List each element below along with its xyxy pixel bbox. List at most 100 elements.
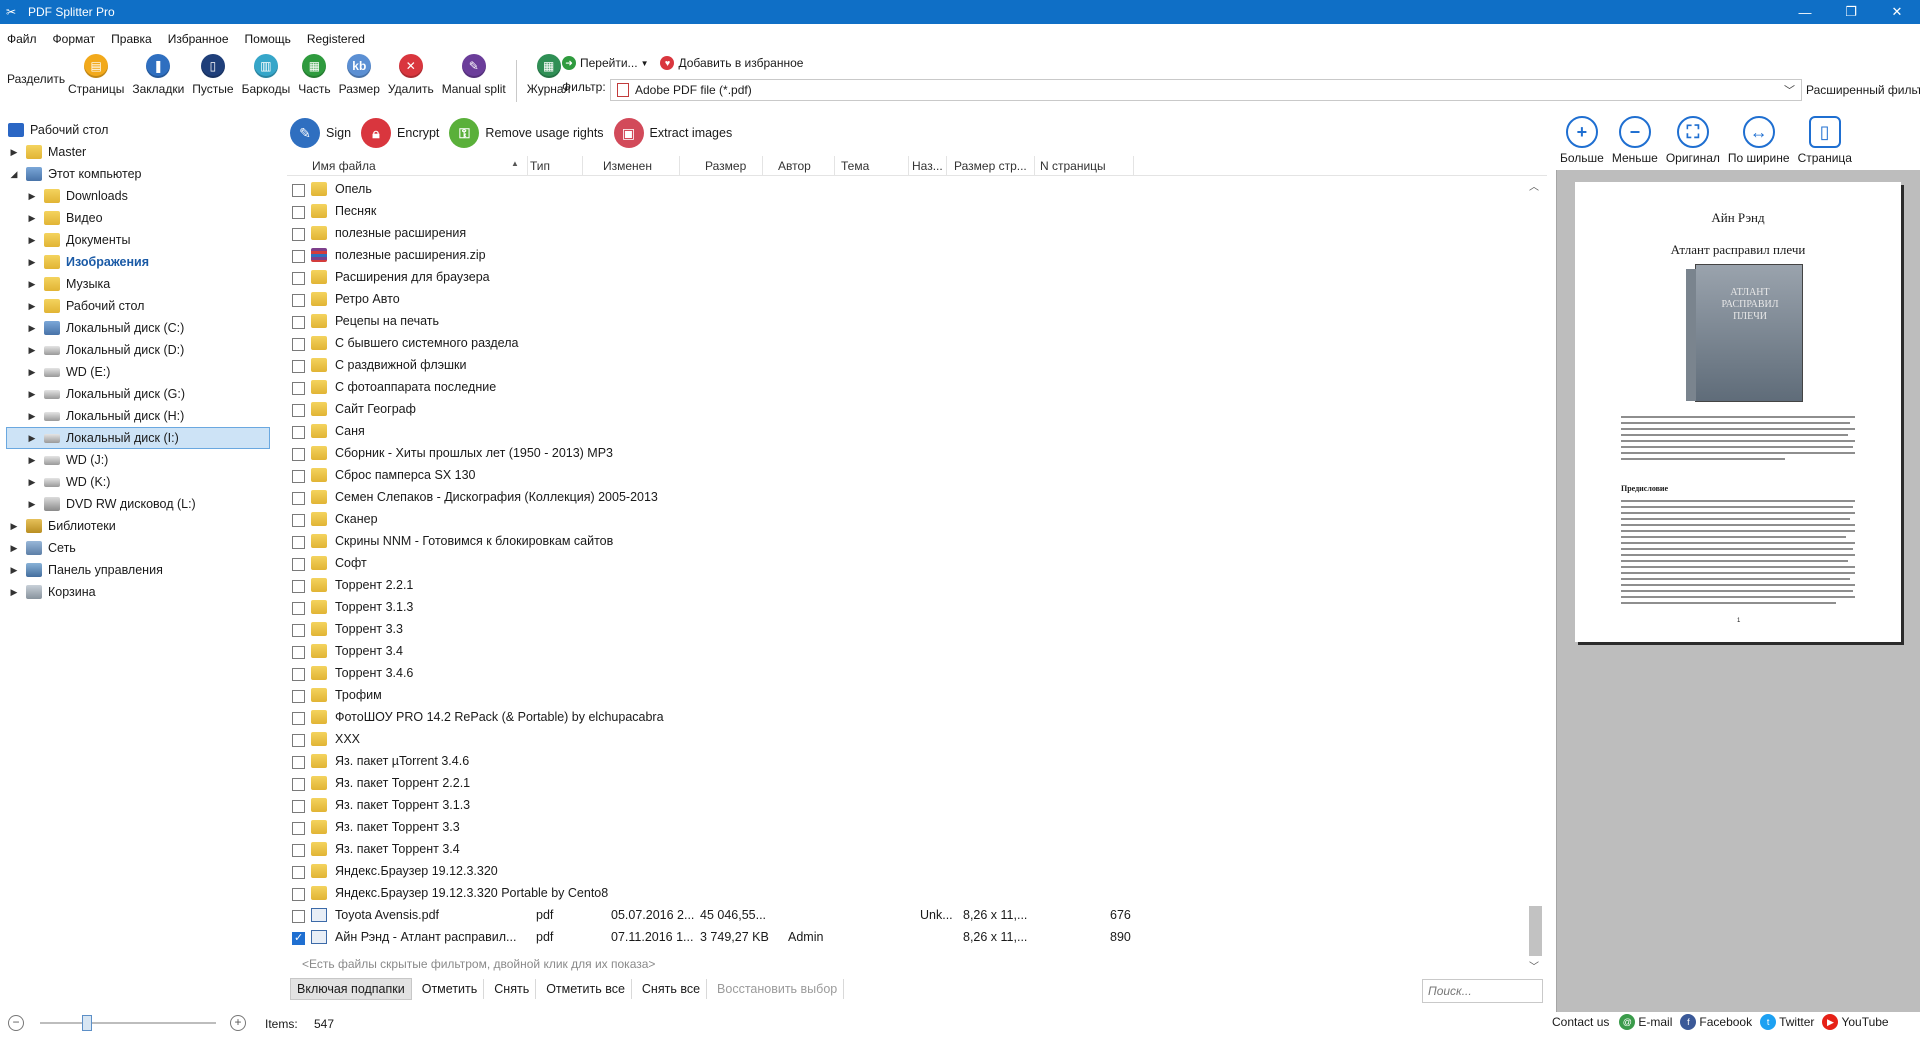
col-author[interactable]: Автор [778, 159, 811, 173]
tree-item-documents[interactable]: ▶ Документы [26, 229, 130, 251]
expand-arrow-icon[interactable]: ▶ [26, 279, 38, 290]
tree-item-video[interactable]: ▶ Видео [26, 207, 103, 229]
zoom-in-icon[interactable]: + [230, 1015, 246, 1031]
file-row[interactable]: полезные расширения [287, 223, 1527, 245]
add-favorites-button[interactable]: ♥ Добавить в избранное [648, 56, 803, 70]
remove-usage-rights-button[interactable]: ⚿ Remove usage rights [449, 118, 604, 148]
tree-item-dvd-l[interactable]: ▶ DVD RW дисковод (L:) [26, 493, 196, 515]
row-checkbox[interactable] [292, 404, 305, 417]
original-size-button[interactable]: ⛶ Оригинал [1666, 116, 1720, 165]
scroll-down-icon[interactable]: ﹀ [1529, 958, 1539, 973]
expand-arrow-icon[interactable]: ▶ [8, 587, 20, 598]
row-checkbox[interactable] [292, 844, 305, 857]
fit-width-button[interactable]: ↔ По ширине [1728, 116, 1790, 165]
filter-dropdown[interactable]: Adobe PDF file (*.pdf) ﹀ [610, 79, 1802, 101]
expand-arrow-icon[interactable]: ▶ [26, 499, 38, 510]
youtube-link[interactable]: ▶ YouTube [1822, 1014, 1889, 1030]
expand-arrow-icon[interactable]: ▶ [26, 477, 38, 488]
expand-arrow-icon[interactable]: ▶ [26, 235, 38, 246]
column-divider[interactable] [834, 156, 835, 176]
blank-pages-button[interactable]: ▯ Пустые [188, 54, 237, 102]
goto-button[interactable]: ➜ Перейти... ▼ [562, 56, 648, 70]
include-subfolders-toggle[interactable]: Включая подпапки [290, 978, 412, 1000]
menu-format[interactable]: Формат [53, 32, 96, 46]
file-row[interactable]: ФотоШОУ PRO 14.2 RePack (& Portable) by … [287, 707, 1527, 729]
pdf-preview[interactable]: Айн Рэнд Атлант расправил плечи АТЛАНТ Р… [1556, 170, 1920, 1012]
zoom-out-button[interactable]: − Меньше [1612, 116, 1658, 165]
uncheck-all-button[interactable]: Снять все [636, 979, 708, 999]
minimize-button[interactable]: — [1782, 0, 1828, 24]
sign-button[interactable]: ✎ Sign [290, 118, 351, 148]
file-row[interactable]: С фотоаппарата последние [287, 377, 1527, 399]
menu-help[interactable]: Помощь [245, 32, 291, 46]
tree-item-images[interactable]: ▶ Изображения [26, 251, 149, 273]
row-checkbox[interactable] [292, 272, 305, 285]
expand-arrow-icon[interactable]: ▶ [8, 521, 20, 532]
file-row[interactable]: Сборник - Хиты прошлых лет (1950 - 2013)… [287, 443, 1527, 465]
tree-item-drive-i[interactable]: ▶ Локальный диск (I:) [6, 427, 270, 449]
column-divider[interactable] [1133, 156, 1134, 176]
row-checkbox[interactable] [292, 184, 305, 197]
column-divider[interactable] [908, 156, 909, 176]
row-checkbox[interactable] [292, 866, 305, 879]
check-all-button[interactable]: Отметить все [540, 979, 632, 999]
tree-item-network[interactable]: ▶ Сеть [8, 537, 76, 559]
twitter-link[interactable]: t Twitter [1760, 1014, 1814, 1030]
row-checkbox[interactable] [292, 360, 305, 373]
file-row[interactable]: Toyota Avensis.pdf pdf 05.07.2016 2... 4… [287, 905, 1527, 927]
file-row[interactable]: Расширения для браузера [287, 267, 1527, 289]
row-checkbox[interactable] [292, 624, 305, 637]
row-checkbox[interactable] [292, 558, 305, 571]
file-row[interactable]: Яз. пакет Торрент 3.3 [287, 817, 1527, 839]
zoom-out-icon[interactable]: − [8, 1015, 24, 1031]
file-row[interactable]: Яз. пакет Торрент 3.1.3 [287, 795, 1527, 817]
row-checkbox[interactable] [292, 294, 305, 307]
row-checkbox[interactable] [292, 470, 305, 483]
row-checkbox[interactable] [292, 646, 305, 659]
tree-item-desktop-root[interactable]: Рабочий стол [8, 119, 108, 141]
file-row[interactable]: Торрент 3.1.3 [287, 597, 1527, 619]
menu-file[interactable]: Файл [7, 32, 37, 46]
row-checkbox[interactable] [292, 734, 305, 747]
menu-edit[interactable]: Правка [111, 32, 152, 46]
row-checkbox[interactable] [292, 690, 305, 703]
tree-item-drive-d[interactable]: ▶ Локальный диск (D:) [26, 339, 185, 361]
row-checkbox[interactable] [292, 206, 305, 219]
file-row[interactable]: Трофим [287, 685, 1527, 707]
email-link[interactable]: @ E-mail [1619, 1014, 1672, 1030]
collapse-arrow-icon[interactable]: ◢ [8, 169, 20, 180]
encrypt-button[interactable]: 🔒︎ Encrypt [361, 118, 439, 148]
restore-button[interactable]: ❐ [1828, 0, 1874, 24]
column-divider[interactable] [582, 156, 583, 176]
row-checkbox[interactable] [292, 712, 305, 725]
row-checkbox[interactable] [292, 668, 305, 681]
barcodes-button[interactable]: ▥ Баркоды [238, 54, 295, 102]
zoom-in-button[interactable]: + Больше [1560, 116, 1604, 165]
expand-arrow-icon[interactable]: ▶ [26, 433, 38, 444]
col-modified[interactable]: Изменен [603, 159, 652, 173]
tree-item-control-panel[interactable]: ▶ Панель управления [8, 559, 163, 581]
col-size[interactable]: Размер [705, 159, 746, 173]
expand-arrow-icon[interactable]: ▶ [26, 411, 38, 422]
tree-item-recycle-bin[interactable]: ▶ Корзина [8, 581, 96, 603]
row-checkbox[interactable] [292, 888, 305, 901]
tree-item-desktop[interactable]: ▶ Рабочий стол [26, 295, 144, 317]
row-checkbox[interactable] [292, 910, 305, 923]
row-checkbox[interactable] [292, 580, 305, 593]
file-row[interactable]: Рецепы на печать [287, 311, 1527, 333]
row-checkbox[interactable] [292, 228, 305, 241]
tree-item-drive-g[interactable]: ▶ Локальный диск (G:) [26, 383, 185, 405]
row-checkbox[interactable] [292, 250, 305, 263]
file-row[interactable]: С бывшего системного раздела [287, 333, 1527, 355]
col-title[interactable]: Наз... [912, 159, 943, 173]
expand-arrow-icon[interactable]: ▶ [26, 345, 38, 356]
file-row[interactable]: Сброс памперса SX 130 [287, 465, 1527, 487]
column-divider[interactable] [762, 156, 763, 176]
file-row[interactable]: Опель [287, 179, 1527, 201]
file-row[interactable]: полезные расширения.zip [287, 245, 1527, 267]
delete-button[interactable]: ✕ Удалить [384, 54, 438, 102]
menu-favorites[interactable]: Избранное [168, 32, 229, 46]
file-row[interactable]: Саня [287, 421, 1527, 443]
expand-arrow-icon[interactable]: ▶ [26, 389, 38, 400]
restore-selection-button[interactable]: Восстановить выбор [711, 979, 845, 999]
